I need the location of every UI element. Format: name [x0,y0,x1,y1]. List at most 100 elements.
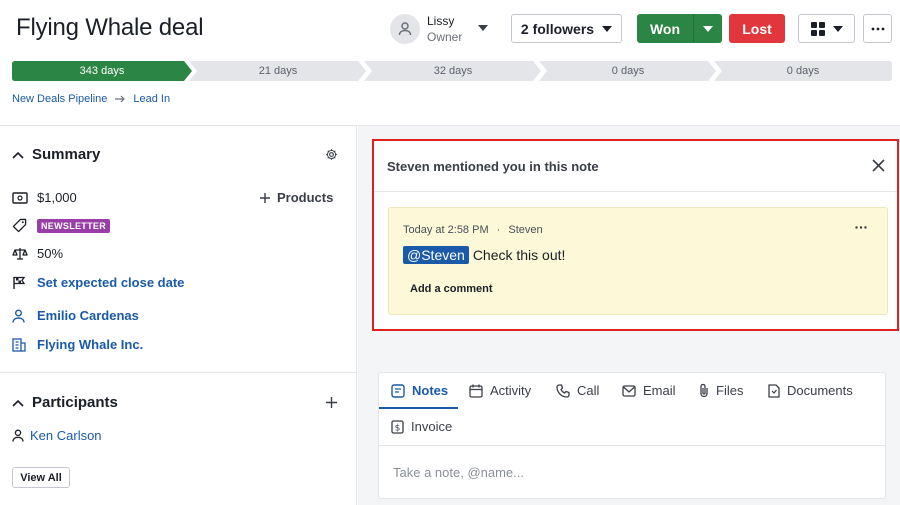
flag-icon [12,276,30,290]
breadcrumb: New Deals Pipeline Lead In [12,93,170,105]
tab-invoice[interactable]: $ Invoice [391,419,452,434]
tab-label: Invoice [411,419,453,434]
breadcrumb-stage-link[interactable]: Lead In [133,93,170,105]
composer-panel: Notes Activity Call Email Files Document… [378,372,886,499]
tab-files[interactable]: Files [699,383,743,398]
more-horizontal-icon[interactable] [855,226,867,229]
document-icon [768,383,780,398]
note-input[interactable]: Take a note, @name... [393,465,524,480]
won-button[interactable]: Won [637,14,693,43]
person-link[interactable]: Emilio Cardenas [37,308,139,323]
chevron-down-icon [478,25,488,31]
close-date-row[interactable]: Set expected close date [12,275,184,290]
close-icon[interactable] [872,159,885,172]
phone-icon [556,383,570,398]
tab-call[interactable]: Call [556,383,599,398]
followers-label: 2 followers [520,20,595,37]
stage-duration: 32 days [433,65,473,77]
user-avatar-icon [390,14,420,44]
probability-row[interactable]: 50% [12,246,63,261]
participants-header[interactable]: Participants [12,394,118,411]
summary-heading: Summary [32,146,101,163]
chevron-up-icon [12,151,24,159]
view-options-button[interactable] [798,14,855,43]
view-all-button[interactable]: View All [12,467,70,488]
tab-activity[interactable]: Activity [469,383,531,398]
products-label: Products [277,190,334,205]
pipeline-stage[interactable]: 343 days [12,61,192,81]
plus-icon [260,192,270,203]
tab-documents[interactable]: Documents [768,383,853,398]
person-icon [12,309,30,323]
tab-label: Activity [490,383,532,398]
stage-duration: 21 days [258,65,298,77]
note-icon [391,383,405,398]
tab-label: Call [577,383,600,398]
participants-heading: Participants [32,394,118,411]
won-dropdown-button[interactable] [693,14,722,43]
tag-icon [12,218,30,233]
followers-button[interactable]: 2 followers [511,14,622,43]
mention-tag[interactable]: @Steven [403,246,469,264]
composer-divider [379,445,885,446]
pipeline-stage[interactable]: 0 days [714,61,892,81]
organization-row[interactable]: Flying Whale Inc. [12,337,143,352]
tab-email[interactable]: Email [622,383,676,398]
scale-icon [12,247,30,260]
chevron-down-icon [832,25,843,32]
stage-duration: 0 days [786,65,820,77]
note-timestamp: Today at 2:58 PM [403,224,489,236]
participant-row[interactable]: Ken Carlson [12,428,102,443]
pipeline-stage[interactable]: 21 days [189,61,367,81]
details-sidebar: Summary $1,000 Products NEWSLETTER 50% S… [0,126,357,505]
active-tab-indicator [379,407,458,409]
participant-link[interactable]: Ken Carlson [30,428,102,443]
more-actions-button[interactable] [863,14,892,43]
notification-title: Steven mentioned you in this note [387,158,599,174]
money-icon [12,191,30,204]
deal-value: $1,000 [37,190,77,205]
person-row[interactable]: Emilio Cardenas [12,308,139,323]
deal-title[interactable]: Flying Whale deal [16,14,204,42]
probability-value: 50% [37,246,64,261]
label-row[interactable]: NEWSLETTER [12,218,110,233]
add-products-button[interactable]: Products [260,190,333,205]
add-participant-plus-icon[interactable] [326,397,337,408]
section-divider [0,372,356,373]
note-text: Check this out! [472,247,566,263]
building-icon [12,337,30,352]
owner-name: Lissy [427,14,455,28]
note-author: Steven [508,224,543,236]
add-comment-button[interactable]: Add a comment [410,283,493,295]
tab-label: Email [643,383,676,398]
paperclip-icon [699,383,709,398]
breadcrumb-pipeline-link[interactable]: New Deals Pipeline [12,93,107,105]
tab-notes[interactable]: Notes [391,383,448,398]
pipeline-stages: 343 days 21 days 32 days 0 days 0 days [12,61,892,81]
set-close-date-link[interactable]: Set expected close date [37,275,184,290]
lost-button[interactable]: Lost [729,14,785,43]
gear-icon[interactable] [325,148,338,161]
stage-duration: 343 days [79,65,125,77]
tab-label: Notes [412,383,449,398]
notification-header: Steven mentioned you in this note [374,141,897,192]
tab-label: Files [716,383,744,398]
stage-duration: 0 days [611,65,645,77]
tab-label: Documents [787,383,853,398]
owner-selector[interactable]: Lissy Owner [390,12,494,46]
meta-separator: · [496,224,501,236]
chevron-down-icon [702,25,713,32]
svg-text:$: $ [395,423,401,433]
label-badge: NEWSLETTER [37,218,110,233]
pipeline-stage[interactable]: 0 days [539,61,717,81]
deal-value-row[interactable]: $1,000 [12,190,77,205]
more-horizontal-icon [871,27,885,31]
mention-notification-card: Steven mentioned you in this note Today … [372,139,899,331]
person-icon [12,429,24,442]
note-card: Today at 2:58 PM · Steven @Steven Check … [388,207,888,315]
invoice-icon: $ [391,419,404,434]
organization-link[interactable]: Flying Whale Inc. [37,337,143,352]
summary-header[interactable]: Summary [12,146,100,163]
owner-role: Owner [427,30,463,44]
pipeline-stage[interactable]: 32 days [364,61,542,81]
